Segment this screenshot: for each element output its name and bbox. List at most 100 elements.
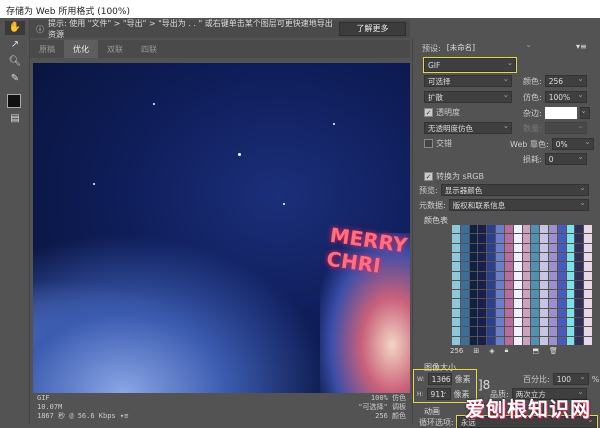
color-swatch[interactable] [469,225,478,234]
color-swatch[interactable] [504,234,513,243]
color-swatch[interactable] [460,234,469,243]
color-swatch[interactable] [487,252,496,262]
color-swatch[interactable] [478,271,487,280]
color-swatch[interactable] [575,280,584,290]
panel-menu-icon[interactable]: ▾≡ [576,42,587,51]
color-swatch[interactable] [496,336,504,345]
color-swatch[interactable] [513,318,522,327]
color-swatch[interactable] [513,308,522,318]
color-swatch[interactable] [531,271,540,280]
color-swatch[interactable] [487,336,496,345]
color-swatch[interactable] [548,262,557,271]
color-swatch[interactable] [452,318,460,327]
color-swatch[interactable] [452,280,460,290]
color-swatch[interactable] [469,318,478,327]
color-swatch[interactable] [548,234,557,243]
color-swatch[interactable] [513,225,522,234]
preset-select[interactable]: [未命名] [443,39,534,54]
color-swatch[interactable] [460,336,469,345]
color-swatch[interactable] [478,290,487,299]
color-swatch[interactable] [496,327,504,336]
color-swatch[interactable] [548,280,557,290]
color-swatch[interactable] [548,252,557,262]
color-swatch[interactable] [504,243,513,252]
color-swatch[interactable] [513,327,522,336]
color-swatch[interactable] [548,290,557,299]
color-swatch[interactable] [504,280,513,290]
color-swatch[interactable] [584,234,592,243]
color-swatch[interactable] [452,252,460,262]
color-swatch[interactable] [487,225,496,234]
tab-2up[interactable]: 双联 [98,40,132,58]
eyedropper-tool-icon[interactable]: ✎ [5,72,25,86]
convert-srgb-checkbox[interactable]: ✓ [424,172,433,181]
color-swatch[interactable] [531,234,540,243]
color-swatch[interactable] [557,336,566,345]
color-swatch[interactable] [496,290,504,299]
color-swatch[interactable] [522,327,531,336]
color-swatch[interactable] [478,252,487,262]
color-swatch[interactable] [531,299,540,308]
color-swatch[interactable] [584,336,592,345]
color-swatch[interactable] [496,262,504,271]
color-swatch[interactable] [566,336,575,345]
color-swatch[interactable] [478,308,487,318]
color-swatch[interactable] [584,299,592,308]
preview-select[interactable]: 显示器颜色 [440,182,589,196]
color-swatch[interactable] [557,243,566,252]
color-swatch[interactable] [513,280,522,290]
color-swatch[interactable] [478,280,487,290]
color-swatch[interactable] [531,308,540,318]
color-swatch[interactable] [584,290,592,299]
color-swatch[interactable] [513,234,522,243]
color-swatch[interactable] [496,252,504,262]
color-swatch[interactable] [540,225,548,234]
color-swatch[interactable] [478,225,487,234]
color-swatch[interactable] [531,336,540,345]
color-swatch[interactable] [496,299,504,308]
color-swatch[interactable] [575,299,584,308]
hand-tool-icon[interactable]: ✋ [5,21,25,35]
color-swatch[interactable] [469,271,478,280]
color-swatch[interactable] [575,234,584,243]
color-swatch[interactable] [548,271,557,280]
color-swatch[interactable] [531,262,540,271]
color-swatch[interactable] [452,308,460,318]
color-swatch[interactable] [566,308,575,318]
color-swatch[interactable] [460,308,469,318]
color-swatch[interactable] [584,318,592,327]
color-swatch[interactable] [452,336,460,345]
slice-select-tool-icon[interactable]: ↗ [5,38,25,52]
tab-4up[interactable]: 四联 [132,40,166,58]
interlaced-checkbox[interactable] [424,139,433,148]
tab-original[interactable]: 原稿 [30,40,64,58]
web-snap-input[interactable]: 0% [551,136,594,150]
color-swatch[interactable] [566,327,575,336]
color-swatch[interactable] [504,299,513,308]
color-swatch[interactable] [557,234,566,243]
color-swatch[interactable] [540,299,548,308]
color-swatch[interactable] [452,234,460,243]
color-swatch[interactable] [478,262,487,271]
color-swatch[interactable] [566,225,575,234]
color-swatch[interactable] [584,252,592,262]
dither-input[interactable]: 100% [544,89,587,103]
color-swatch[interactable] [522,262,531,271]
color-swatch[interactable] [531,290,540,299]
color-swatch[interactable] [452,327,460,336]
color-swatch[interactable] [584,271,592,280]
reduction-select[interactable]: 可选择 [424,73,512,87]
color-swatch[interactable] [548,308,557,318]
color-swatch[interactable] [566,299,575,308]
color-swatch[interactable] [504,262,513,271]
color-swatch[interactable] [522,271,531,280]
color-swatch[interactable] [575,271,584,280]
width-input[interactable]: 1366 [427,371,452,385]
color-swatch[interactable] [469,327,478,336]
color-swatch[interactable] [460,225,469,234]
color-swatch[interactable] [584,243,592,252]
color-swatch[interactable] [548,299,557,308]
color-swatch[interactable] [487,271,496,280]
color-swatch[interactable] [478,234,487,243]
color-swatch[interactable] [504,308,513,318]
